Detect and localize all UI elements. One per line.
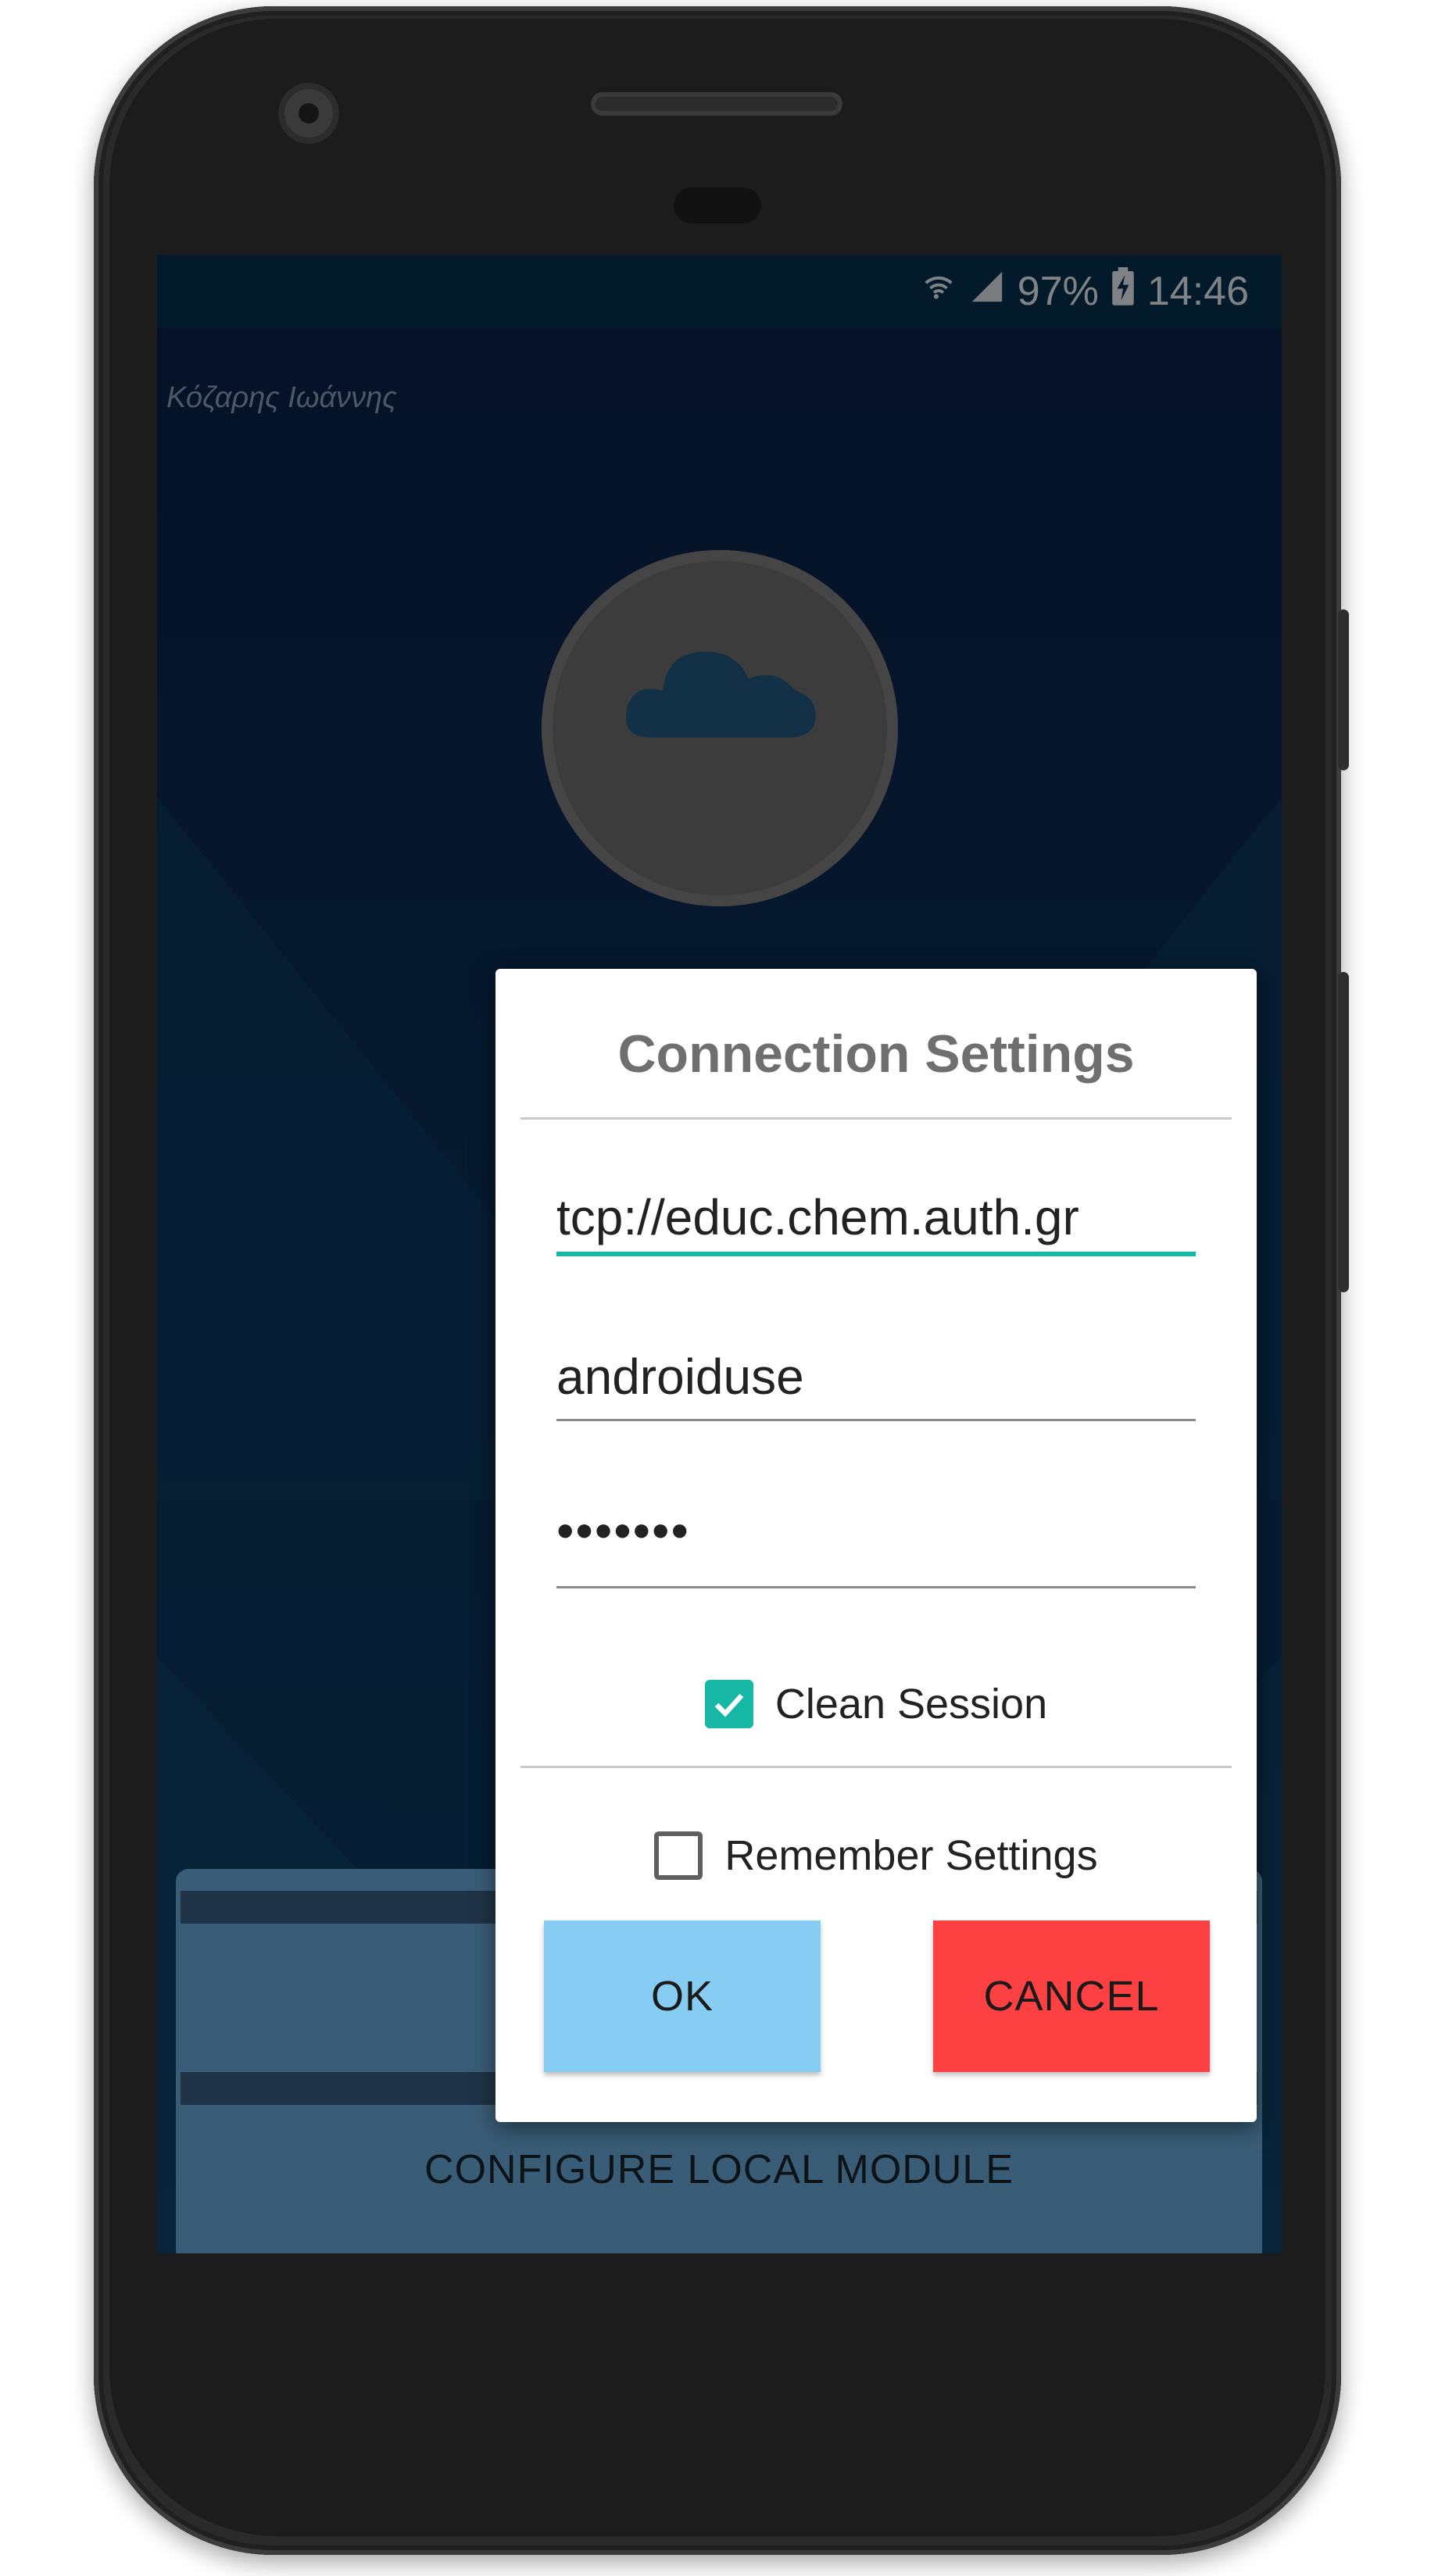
phone-screen: 97% 14:46 Κόζαρης Ιωάννης SIGN IN CONFIG… (157, 255, 1282, 2253)
configure-local-module-button[interactable]: CONFIGURE LOCAL MODULE (181, 2105, 1257, 2235)
cancel-button[interactable]: CANCEL (933, 1920, 1210, 2072)
dialog-title: Connection Settings (617, 1024, 1135, 1084)
dialog-divider (520, 1117, 1232, 1120)
remember-settings-row[interactable]: Remember Settings (495, 1831, 1257, 1880)
earpiece-speaker (591, 92, 842, 116)
remember-settings-checkbox[interactable] (654, 1831, 703, 1880)
ok-button[interactable]: OK (544, 1920, 821, 2072)
checkmark-icon (714, 1693, 744, 1717)
clean-session-checkbox[interactable] (704, 1680, 753, 1728)
dialog-divider (520, 1766, 1232, 1768)
remember-settings-label: Remember Settings (724, 1832, 1098, 1879)
server-url-field[interactable] (556, 1178, 1196, 1261)
username-underline (556, 1419, 1196, 1421)
username-field[interactable] (556, 1338, 1196, 1420)
volume-button (1338, 972, 1349, 1292)
server-url-underline (556, 1252, 1196, 1256)
proximity-sensor (674, 188, 761, 223)
front-camera (284, 89, 333, 138)
password-field[interactable]: ••••••• (556, 1494, 1196, 1577)
connection-settings-dialog: Connection Settings ••••••• Clean Sessio… (495, 969, 1257, 2122)
clean-session-label: Clean Session (774, 1681, 1048, 1727)
password-underline (556, 1586, 1196, 1588)
power-button (1338, 609, 1349, 770)
clean-session-row[interactable]: Clean Session (495, 1680, 1257, 1728)
